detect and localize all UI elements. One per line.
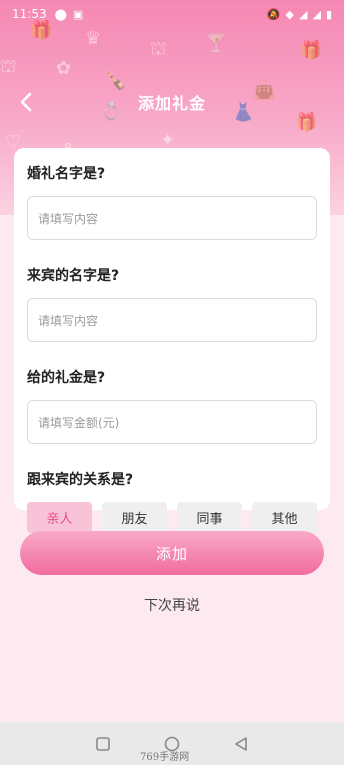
add-button[interactable]: 添加	[20, 531, 324, 575]
status-right-icons: 🔕 ◆ ◢ ◢ ▮	[267, 8, 332, 21]
chevron-left-icon	[20, 92, 32, 112]
signal-2-icon: ◢	[312, 7, 321, 21]
relation-label: 跟来宾的关系是?	[27, 472, 134, 488]
nav-bar: 添加礼金	[0, 82, 344, 122]
recents-button[interactable]	[94, 735, 112, 753]
bouquet-icon: ✿	[56, 58, 72, 79]
guest-name-input[interactable]: 请填写内容	[27, 298, 317, 342]
gift-amount-input[interactable]: 请填写金额(元)	[27, 400, 317, 444]
guest-name-label: 来宾的名字是?	[27, 268, 120, 284]
relation-options: 亲人 朋友 同事 其他	[27, 502, 317, 533]
location-icon: ⬤	[54, 7, 67, 21]
cake-icon: ⛫	[150, 38, 167, 59]
relation-option-family[interactable]: 亲人	[27, 502, 92, 533]
wifi-icon: ◆	[285, 7, 294, 21]
watermark: 769手游网	[140, 752, 190, 763]
triangle-back-icon	[235, 737, 247, 751]
square-icon	[96, 737, 110, 751]
signal-icon: ◢	[299, 7, 308, 21]
crown-icon: ♛	[85, 28, 102, 49]
later-link[interactable]: 下次再说	[0, 595, 344, 615]
form-card: 婚礼名字是? 请填写内容 来宾的名字是? 请填写内容 给的礼金是? 请填写金额(…	[14, 148, 330, 533]
glass-icon: 🍸	[205, 33, 228, 54]
back-button[interactable]	[14, 90, 38, 114]
mute-icon: 🔕	[266, 7, 281, 21]
cake-icon: ⛫	[0, 56, 17, 77]
gift-amount-label: 给的礼金是?	[27, 370, 106, 386]
gift-box-icon: 🎁	[300, 40, 323, 61]
wedding-name-input[interactable]: 请填写内容	[27, 196, 317, 240]
notification-icon: ▣	[72, 7, 84, 21]
battery-icon: ▮	[325, 7, 332, 21]
relation-option-friend[interactable]: 朋友	[102, 502, 167, 533]
wedding-name-label: 婚礼名字是?	[27, 166, 106, 182]
relation-option-colleague[interactable]: 同事	[177, 502, 242, 533]
relation-option-other[interactable]: 其他	[252, 502, 317, 533]
status-time: 11:53	[12, 7, 47, 21]
back-nav-button[interactable]	[232, 735, 250, 753]
status-bar: 11:53 ⬤ ▣ 🔕 ◆ ◢ ◢ ▮	[0, 0, 344, 28]
page-title: 添加礼金	[137, 94, 206, 113]
